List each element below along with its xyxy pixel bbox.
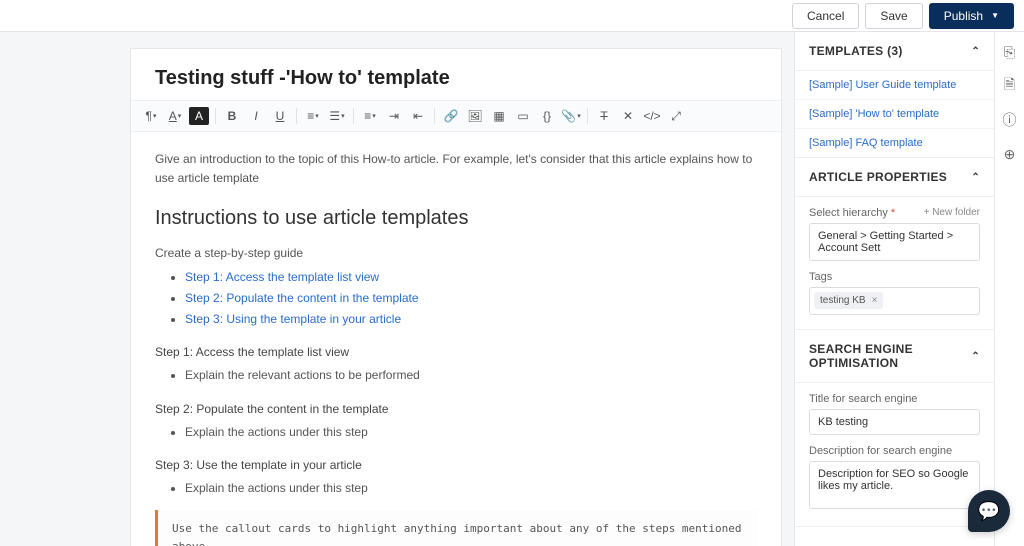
code-view-icon[interactable]: </> <box>642 107 662 125</box>
right-rail: ⎘ 🗎 ⓘ ⊕ <box>994 32 1024 546</box>
chevron-up-icon: ⌃ <box>971 46 980 57</box>
required-mark: * <box>888 207 895 219</box>
template-item[interactable]: [Sample] User Guide template <box>795 71 994 100</box>
step1-title: Step 1: Access the template list view <box>155 343 757 362</box>
seo-desc-label: Description for search engine <box>809 445 952 457</box>
tags-input[interactable]: testing KB × <box>809 287 980 315</box>
article-title[interactable]: Testing stuff -'How to' template <box>131 49 781 100</box>
fullscreen-icon[interactable]: ⤢ <box>666 107 686 125</box>
rich-text-toolbar: ¶▾ A▾ A B I U ≡▾ ☰▾ ≡▾ ⇥ ⇤ 🔗 🖼 ▦ ▭ {} <box>131 100 781 132</box>
tag-remove-icon[interactable]: × <box>872 295 878 306</box>
step3-title: Step 3: Use the template in your article <box>155 456 757 475</box>
globe-icon[interactable]: ⊕ <box>1002 146 1018 162</box>
hierarchy-field[interactable]: General > Getting Started > Account Sett <box>809 223 980 261</box>
template-item[interactable]: [Sample] 'How to' template <box>795 100 994 129</box>
clear-format-icon[interactable]: T <box>594 107 614 125</box>
chevron-up-icon: ⌃ <box>971 172 980 183</box>
callout-card: Use the callout cards to highlight anyth… <box>155 510 757 546</box>
intro-text: Give an introduction to the topic of thi… <box>155 150 757 188</box>
seo-title-input[interactable] <box>809 409 980 435</box>
step2-item: Explain the actions under this step <box>185 423 757 442</box>
instructions-heading: Instructions to use article templates <box>155 202 757 234</box>
template-item[interactable]: [Sample] FAQ template <box>795 129 994 158</box>
publish-label: Publish <box>944 9 983 23</box>
panel-toggle-icon[interactable]: ⎘ <box>1002 44 1018 60</box>
code-block-icon[interactable]: {} <box>537 107 557 125</box>
seo-header: SEARCH ENGINE OPTIMISATION <box>809 342 971 370</box>
video-icon[interactable]: ▭ <box>513 107 533 125</box>
attachment-icon[interactable]: 📎▾ <box>561 107 581 125</box>
chat-icon: 💬 <box>978 501 1000 522</box>
document-icon[interactable]: 🗎 <box>1002 78 1018 94</box>
right-sidebar: TEMPLATES (3) ⌃ [Sample] User Guide temp… <box>794 32 994 546</box>
table-icon[interactable]: ▦ <box>489 107 509 125</box>
step-link-2[interactable]: Step 2: Populate the content in the temp… <box>185 291 419 305</box>
templates-header: TEMPLATES (3) <box>809 44 903 58</box>
seo-title-label: Title for search engine <box>809 393 917 405</box>
properties-header: ARTICLE PROPERTIES <box>809 170 947 184</box>
underline-icon[interactable]: U <box>270 107 290 125</box>
italic-icon[interactable]: I <box>246 107 266 125</box>
unordered-list-icon[interactable]: ☰▾ <box>327 107 347 125</box>
seo-desc-input[interactable]: Description for SEO so Google likes my a… <box>809 461 980 509</box>
article-body[interactable]: Give an introduction to the topic of thi… <box>131 132 781 546</box>
cancel-button[interactable]: Cancel <box>792 3 859 29</box>
indent-right-icon[interactable]: ⇥ <box>384 107 404 125</box>
tag-label: testing KB <box>820 295 866 306</box>
hierarchy-label: Select hierarchy <box>809 207 888 219</box>
chat-fab[interactable]: 💬 <box>968 490 1010 532</box>
align-icon[interactable]: ≡▾ <box>360 107 380 125</box>
image-icon[interactable]: 🖼 <box>465 107 485 125</box>
chevron-up-icon: ⌃ <box>971 351 980 362</box>
font-color-icon[interactable]: A▾ <box>165 107 185 125</box>
publish-button[interactable]: Publish ▼ <box>929 3 1014 29</box>
step-link-1[interactable]: Step 1: Access the template list view <box>185 270 379 284</box>
ordered-list-icon[interactable]: ≡▾ <box>303 107 323 125</box>
editor-area: Testing stuff -'How to' template ¶▾ A▾ A… <box>0 32 794 546</box>
format-icon[interactable]: ¶▾ <box>141 107 161 125</box>
properties-panel-head[interactable]: ARTICLE PROPERTIES ⌃ <box>795 158 994 197</box>
save-button[interactable]: Save <box>865 3 922 29</box>
highlight-icon[interactable]: A <box>189 107 209 125</box>
indent-left-icon[interactable]: ⇤ <box>408 107 428 125</box>
bold-icon[interactable]: B <box>222 107 242 125</box>
step3-item: Explain the actions under this step <box>185 479 757 498</box>
tag-chip: testing KB × <box>814 292 883 309</box>
seo-panel-head[interactable]: SEARCH ENGINE OPTIMISATION ⌃ <box>795 330 994 383</box>
step2-title: Step 2: Populate the content in the temp… <box>155 400 757 419</box>
tags-label: Tags <box>809 271 832 283</box>
step-link-3[interactable]: Step 3: Using the template in your artic… <box>185 312 401 326</box>
guide-lead: Create a step-by-step guide <box>155 244 757 263</box>
new-folder-link[interactable]: + New folder <box>924 207 980 219</box>
strikethrough-icon[interactable]: ✕ <box>618 107 638 125</box>
caret-down-icon: ▼ <box>991 11 999 20</box>
templates-panel-head[interactable]: TEMPLATES (3) ⌃ <box>795 32 994 71</box>
info-icon[interactable]: ⓘ <box>1002 112 1018 128</box>
link-icon[interactable]: 🔗 <box>441 107 461 125</box>
step1-item: Explain the relevant actions to be perfo… <box>185 366 757 385</box>
